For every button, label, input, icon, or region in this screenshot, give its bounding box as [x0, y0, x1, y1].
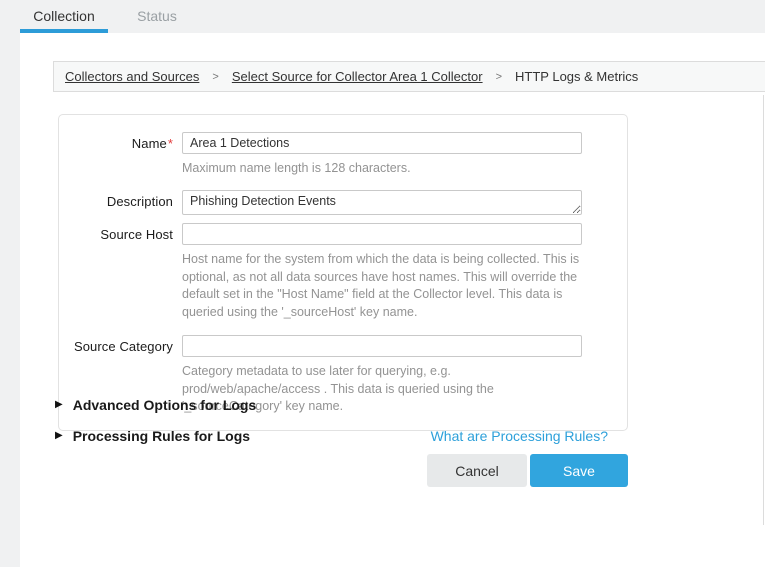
description-row: Description Phishing Detection Events — [59, 190, 627, 215]
tab-collection[interactable]: Collection — [20, 0, 108, 33]
scrollbar-track[interactable] — [763, 95, 764, 525]
name-input[interactable] — [182, 132, 582, 154]
source-host-help-text: Host name for the system from which the … — [182, 251, 582, 322]
name-label-text: Name — [132, 136, 167, 151]
source-host-label: Source Host — [59, 223, 173, 322]
breadcrumb-select-source[interactable]: Select Source for Collector Area 1 Colle… — [232, 69, 483, 84]
advanced-options-section: ▶ Advanced Options for Logs — [55, 397, 608, 413]
tab-bar: Collection Status — [0, 0, 765, 33]
save-button[interactable]: Save — [530, 454, 628, 487]
name-row: Name* Maximum name length is 128 charact… — [59, 132, 627, 178]
cancel-button[interactable]: Cancel — [427, 454, 527, 487]
description-input[interactable]: Phishing Detection Events — [182, 190, 582, 215]
processing-rules-section: ▶ Processing Rules for Logs What are Pro… — [55, 428, 608, 444]
tab-status[interactable]: Status — [122, 0, 192, 33]
breadcrumb-current-page: HTTP Logs & Metrics — [515, 69, 638, 84]
form-actions: Cancel Save — [58, 454, 628, 487]
breadcrumb-separator-icon: > — [496, 71, 502, 83]
source-host-row: Source Host Host name for the system fro… — [59, 223, 627, 322]
main-panel: Collectors and Sources > Select Source f… — [20, 33, 765, 567]
what-are-processing-rules-link[interactable]: What are Processing Rules? — [431, 428, 608, 444]
collapsed-triangle-icon: ▶ — [55, 431, 63, 441]
advanced-options-label: Advanced Options for Logs — [73, 397, 257, 413]
required-asterisk: * — [168, 136, 173, 151]
name-label: Name* — [59, 132, 173, 178]
processing-rules-label: Processing Rules for Logs — [73, 428, 250, 444]
source-host-input[interactable] — [182, 223, 582, 245]
advanced-options-toggle[interactable]: ▶ Advanced Options for Logs — [55, 397, 256, 413]
source-category-input[interactable] — [182, 335, 582, 357]
breadcrumb-separator-icon: > — [212, 71, 218, 83]
description-label: Description — [59, 190, 173, 215]
source-config-card: Name* Maximum name length is 128 charact… — [58, 114, 628, 431]
processing-rules-toggle[interactable]: ▶ Processing Rules for Logs — [55, 428, 250, 444]
breadcrumb-collectors-and-sources[interactable]: Collectors and Sources — [65, 69, 199, 84]
collapsed-triangle-icon: ▶ — [55, 400, 63, 410]
breadcrumb: Collectors and Sources > Select Source f… — [53, 61, 765, 92]
name-help-text: Maximum name length is 128 characters. — [182, 160, 582, 178]
